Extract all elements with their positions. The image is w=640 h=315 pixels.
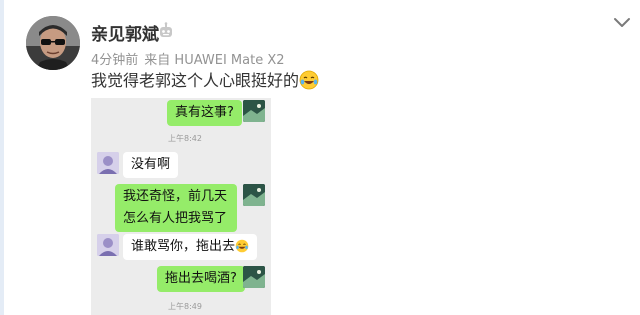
post-text: 我觉得老郭这个人心眼挺好的 — [91, 70, 319, 92]
username[interactable]: 亲见郭斌 — [91, 20, 159, 45]
chat-avatar-them — [97, 152, 119, 174]
chat-bubble-outgoing: 拖出去喝酒? — [157, 266, 245, 292]
chat-screenshot-image[interactable]: 真有这事? 上午8:42 没有啊 我还奇怪，前几天怎么有人把我骂了 谁敢骂你，拖… — [91, 98, 271, 315]
chat-bubble-outgoing: 真有这事? — [167, 100, 242, 126]
chat-bubble-incoming: 没有啊 — [123, 152, 179, 178]
laugh-cry-emoji-icon — [299, 70, 319, 90]
chat-avatar-me — [243, 100, 265, 122]
chat-timestamp: 上午8:49 — [168, 302, 202, 311]
post-text-content: 我觉得老郭这个人心眼挺好的 — [91, 71, 300, 90]
chat-bubble-incoming: 谁敢骂你，拖出去 — [123, 234, 258, 260]
chevron-down-icon[interactable] — [612, 15, 632, 31]
robot-badge-icon — [157, 22, 175, 40]
user-avatar[interactable] — [26, 16, 80, 70]
chat-bubble-outgoing: 我还奇怪，前几天怎么有人把我骂了 — [115, 184, 237, 232]
chat-avatar-me — [243, 266, 265, 288]
chat-bubble-incoming-text: 谁敢骂你，拖出去 — [131, 239, 236, 254]
chat-avatar-me — [243, 184, 265, 206]
chat-timestamp: 上午8:42 — [168, 134, 202, 143]
post-meta: 4分钟前 来自 HUAWEI Mate X2 — [91, 49, 291, 68]
left-page-edge — [0, 0, 4, 315]
laugh-cry-emoji-icon — [235, 239, 249, 253]
post-source: 来自 HUAWEI Mate X2 — [144, 53, 285, 68]
chat-avatar-them — [97, 234, 119, 256]
post-time[interactable]: 4分钟前 — [91, 53, 138, 68]
